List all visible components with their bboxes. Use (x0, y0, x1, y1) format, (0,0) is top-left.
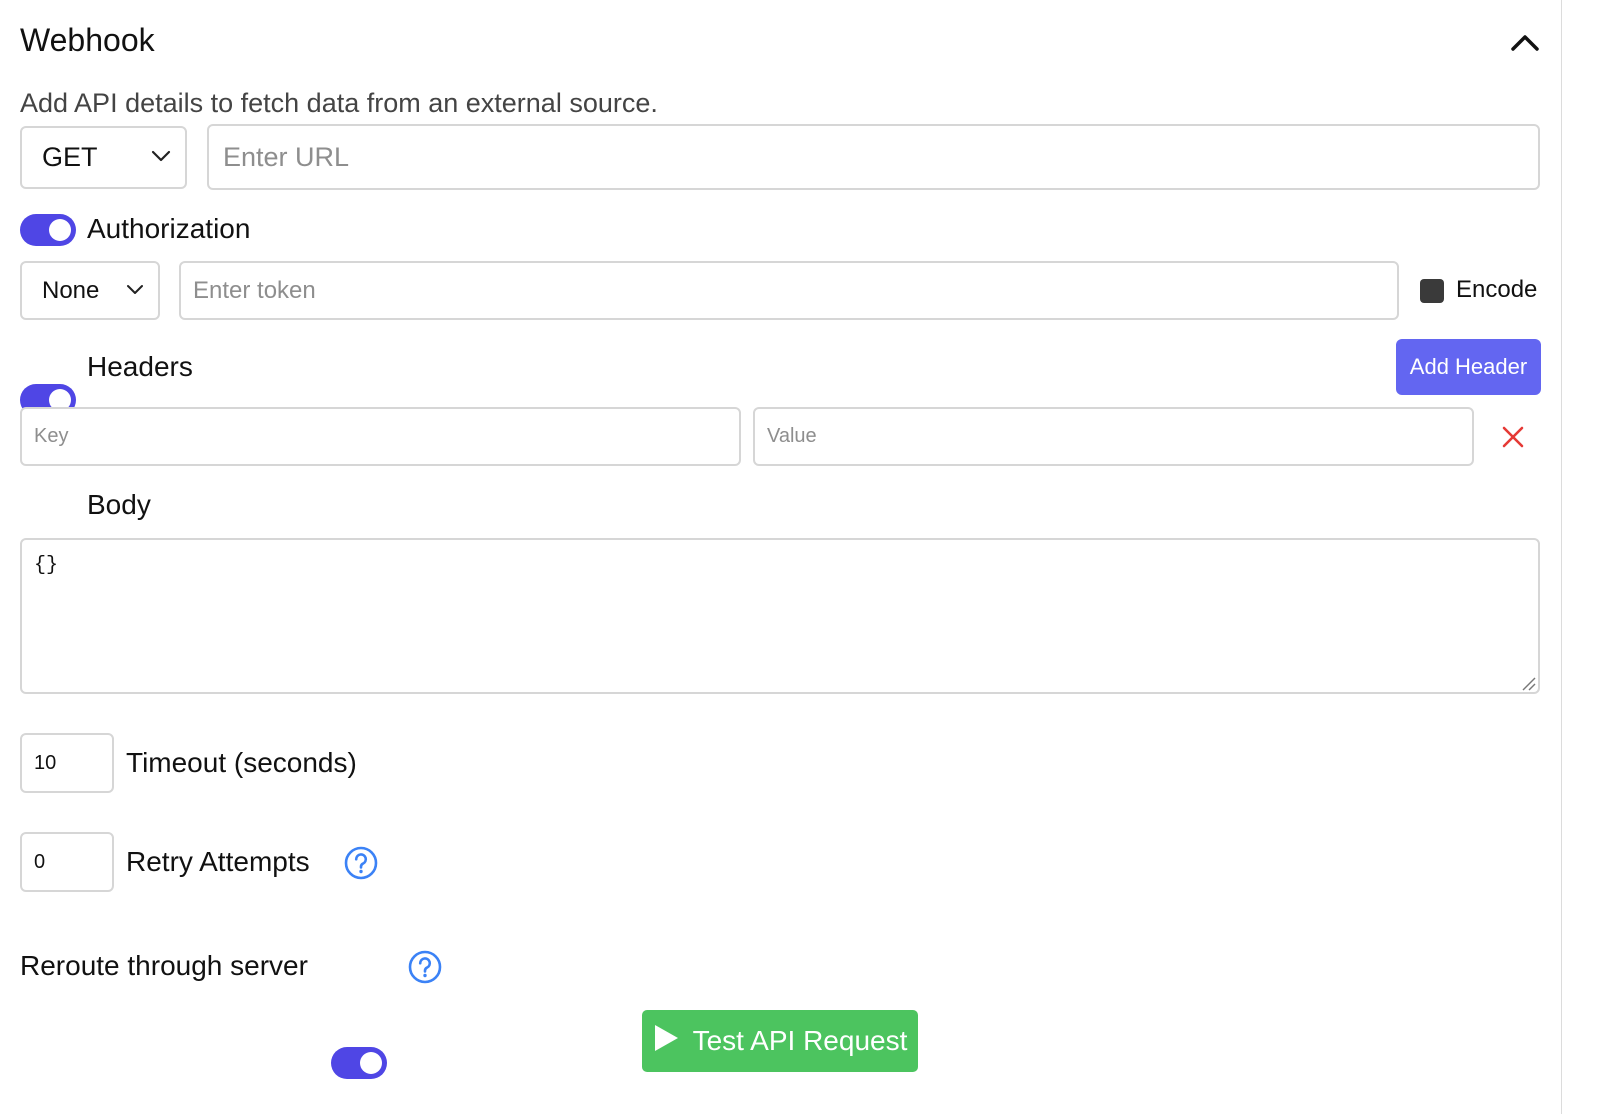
header-key-input[interactable] (20, 407, 741, 466)
panel-title: Webhook (20, 22, 155, 58)
play-icon (653, 1024, 679, 1059)
retry-attempts-label: Retry Attempts (126, 846, 310, 877)
method-select[interactable]: GET (20, 126, 187, 189)
authorization-toggle[interactable] (20, 214, 76, 246)
close-icon[interactable] (1497, 421, 1529, 453)
body-label: Body (87, 489, 151, 520)
encode-label: Encode (1456, 276, 1538, 303)
chevron-up-icon[interactable] (1505, 24, 1545, 60)
auth-type-value: None (42, 276, 100, 304)
chevron-down-icon (126, 282, 144, 300)
auth-type-select[interactable]: None (20, 261, 160, 320)
webhook-panel: Webhook Add API details to fetch data fr… (0, 0, 1562, 1114)
resize-grip-icon[interactable] (1519, 674, 1537, 692)
encode-checkbox[interactable] (1420, 279, 1444, 303)
authorization-label: Authorization (87, 213, 251, 244)
timeout-label: Timeout (seconds) (126, 747, 357, 778)
body-textarea[interactable]: {} (20, 538, 1540, 694)
method-select-value: GET (42, 142, 98, 172)
timeout-input[interactable] (20, 733, 114, 793)
test-api-request-button[interactable]: Test API Request (642, 1010, 918, 1072)
header-value-input[interactable] (753, 407, 1474, 466)
test-api-request-label: Test API Request (692, 1025, 908, 1056)
headers-label: Headers (87, 351, 193, 382)
question-circle-icon[interactable] (407, 949, 443, 985)
retry-attempts-input[interactable] (20, 832, 114, 892)
chevron-down-icon (151, 149, 171, 167)
reroute-label: Reroute through server (20, 950, 308, 981)
url-input[interactable] (207, 124, 1540, 190)
token-input[interactable] (179, 261, 1399, 320)
reroute-toggle[interactable] (331, 1047, 387, 1079)
panel-description: Add API details to fetch data from an ex… (20, 88, 658, 118)
add-header-button[interactable]: Add Header (1396, 339, 1541, 395)
question-circle-icon[interactable] (343, 845, 379, 881)
